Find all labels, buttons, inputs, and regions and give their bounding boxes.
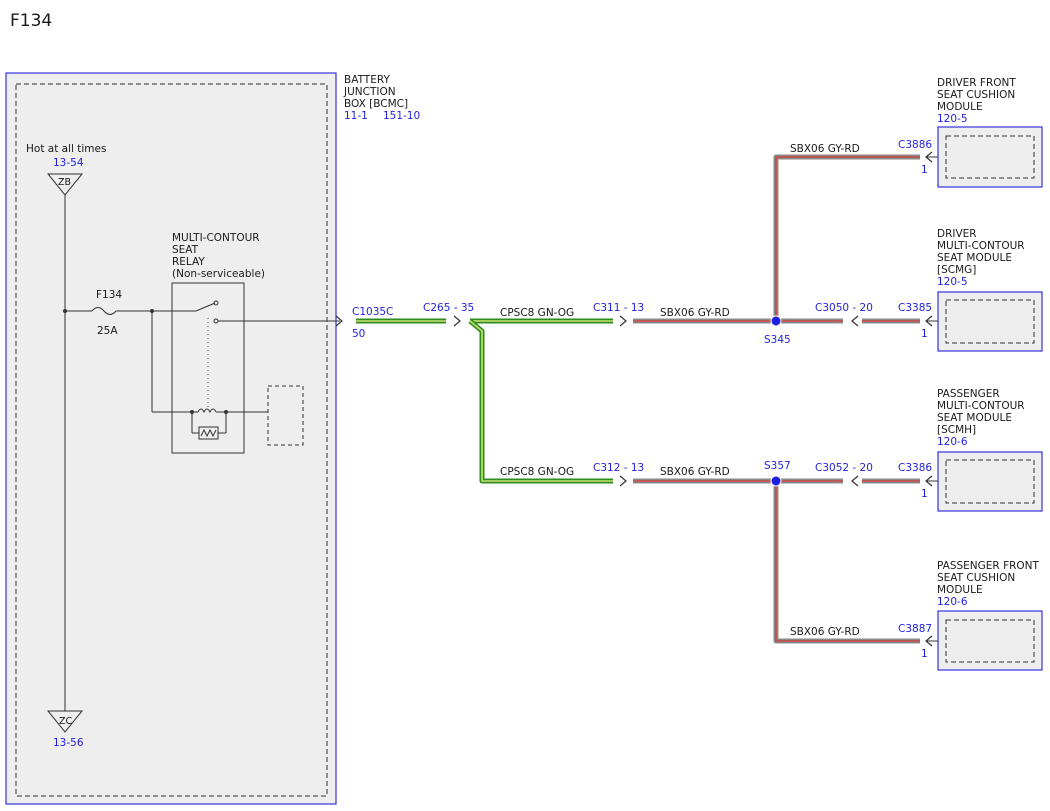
module-driver-mc-box	[937, 291, 1043, 352]
c3385-pin: 1	[921, 328, 928, 340]
bjb-name-line-1: BATTERY	[344, 74, 390, 86]
wire-label-cpsc8-upper: CPSC8 GN-OG	[500, 307, 574, 319]
c312-label: C312 - 13	[593, 462, 644, 474]
relay-name-line-2: SEAT	[172, 244, 199, 256]
c3050-arrow	[851, 315, 859, 327]
c3052-label: C3052 - 20	[815, 462, 873, 474]
svg-text:DRIVER: DRIVER	[937, 228, 977, 240]
svg-text:120-5: 120-5	[937, 276, 968, 288]
module-passenger-mc-label: PASSENGER MULTI-CONTOUR SEAT MODULE [SCM…	[937, 388, 1025, 448]
gray-red-wire-sbx06	[633, 154, 920, 644]
wire-label-sbx06-upper: SBX06 GY-RD	[660, 307, 730, 319]
c3386-label: C3386	[898, 462, 932, 474]
power-bottom-ref: 13-56	[53, 737, 84, 749]
relay-name-line-3: RELAY	[172, 256, 205, 268]
power-top-code: ZB	[58, 177, 71, 188]
module-driver-cushion-label: DRIVER FRONT SEAT CUSHION MODULE 120-5	[937, 77, 1016, 125]
svg-text:SEAT MODULE: SEAT MODULE	[937, 252, 1012, 264]
relay-name-line-4: (Non-serviceable)	[172, 268, 265, 280]
fuse-name: F134	[96, 289, 122, 301]
c3886-label: C3886	[898, 139, 932, 151]
bjb-name-line-3: BOX [BCMC]	[344, 98, 408, 110]
fuse-rating: 25A	[97, 325, 118, 337]
svg-text:DRIVER FRONT: DRIVER FRONT	[937, 77, 1016, 89]
c265-label: C265 - 35	[423, 302, 474, 314]
c3386-pin: 1	[921, 488, 928, 500]
c3887-pin: 1	[921, 648, 928, 660]
wire-label-sbx06-top: SBX06 GY-RD	[790, 143, 860, 155]
c3887-label: C3887	[898, 623, 932, 635]
bjb-label: BATTERY JUNCTION BOX [BCMC] 11-1 151-10	[343, 74, 420, 122]
wire-label-sbx06-lower: SBX06 GY-RD	[660, 466, 730, 478]
power-label: Hot at all times	[26, 143, 106, 155]
c1035c-label: C1035C	[352, 306, 393, 318]
splice-s345-label: S345	[764, 334, 791, 346]
wiring-diagram: F134 BATTERY JUNCTION BOX [BCMC] 11-1 15…	[5, 11, 1043, 805]
svg-text:[SCMH]: [SCMH]	[937, 424, 976, 436]
module-driver-cushion-box	[937, 126, 1043, 188]
page-title: F134	[10, 11, 52, 31]
wire-label-sbx06-bottom: SBX06 GY-RD	[790, 626, 860, 638]
module-driver-mc-label: DRIVER MULTI-CONTOUR SEAT MODULE [SCMG] …	[937, 228, 1025, 288]
c3050-label: C3050 - 20	[815, 302, 873, 314]
svg-text:120-6: 120-6	[937, 596, 968, 608]
svg-text:PASSENGER: PASSENGER	[937, 388, 1000, 400]
bjb-name-line-2: JUNCTION	[343, 86, 396, 98]
svg-text:120-5: 120-5	[937, 113, 968, 125]
c1035c-pin: 50	[352, 328, 365, 340]
splice-s345-dot	[770, 315, 782, 327]
svg-text:MULTI-CONTOUR: MULTI-CONTOUR	[937, 400, 1025, 412]
svg-text:PASSENGER FRONT: PASSENGER FRONT	[937, 560, 1040, 572]
relay-name-line-1: MULTI-CONTOUR	[172, 232, 260, 244]
svg-text:MULTI-CONTOUR: MULTI-CONTOUR	[937, 240, 1025, 252]
svg-text:[SCMG]: [SCMG]	[937, 264, 976, 276]
power-top-ref: 13-54	[53, 157, 84, 169]
power-bottom-code: ZC	[59, 716, 73, 727]
c311-label: C311 - 13	[593, 302, 644, 314]
c3052-arrow	[851, 475, 859, 487]
svg-text:SEAT MODULE: SEAT MODULE	[937, 412, 1012, 424]
splice-s357-dot	[770, 475, 782, 487]
c3385-label: C3385	[898, 302, 932, 314]
module-passenger-cushion-box	[937, 610, 1043, 671]
bjb-ref-right: 151-10	[383, 110, 420, 122]
fuse-junction-dot	[63, 309, 67, 313]
c3886-pin: 1	[921, 164, 928, 176]
svg-text:MODULE: MODULE	[937, 101, 983, 113]
wire-label-cpsc8-lower: CPSC8 GN-OG	[500, 466, 574, 478]
svg-text:SEAT CUSHION: SEAT CUSHION	[937, 89, 1015, 101]
c311-arrow	[619, 315, 627, 327]
svg-text:MODULE: MODULE	[937, 584, 983, 596]
bjb-ref-left: 11-1	[344, 110, 368, 122]
module-passenger-cushion-label: PASSENGER FRONT SEAT CUSHION MODULE 120-…	[937, 560, 1040, 608]
green-wire-cpsc8	[356, 318, 613, 484]
splice-s357-label: S357	[764, 460, 791, 472]
c265-arrow	[453, 315, 461, 327]
svg-text:120-6: 120-6	[937, 436, 968, 448]
module-passenger-mc-box	[937, 451, 1043, 512]
c312-arrow	[619, 475, 627, 487]
svg-text:SEAT CUSHION: SEAT CUSHION	[937, 572, 1015, 584]
